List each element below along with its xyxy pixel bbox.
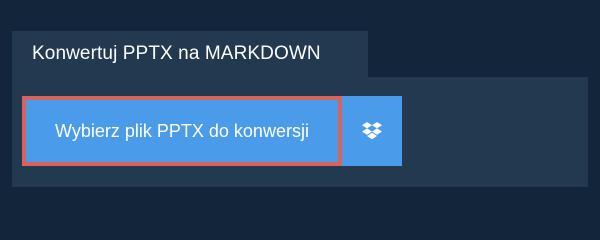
upload-panel: Wybierz plik PPTX do konwersji [12, 77, 588, 187]
choose-file-button[interactable]: Wybierz plik PPTX do konwersji [22, 96, 342, 166]
choose-file-label: Wybierz plik PPTX do konwersji [55, 120, 309, 141]
dropbox-icon [361, 121, 383, 141]
converter-page: Konwertuj PPTX na MARKDOWN Wybierz plik … [0, 0, 600, 230]
page-title: Konwertuj PPTX na MARKDOWN [32, 43, 321, 64]
converter-tab: Konwertuj PPTX na MARKDOWN [12, 31, 368, 77]
dropbox-button[interactable] [342, 96, 402, 166]
